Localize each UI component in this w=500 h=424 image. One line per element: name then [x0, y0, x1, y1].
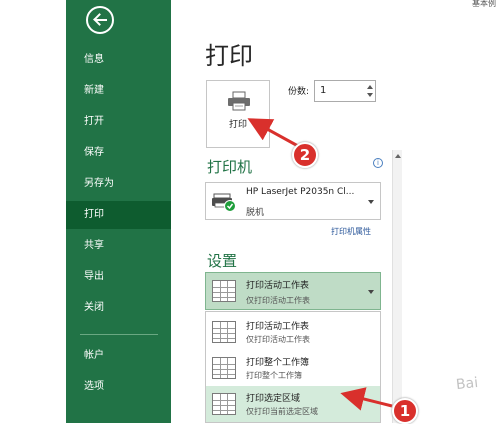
- sidebar-item-account[interactable]: 帐户: [66, 342, 171, 370]
- sheet-icon: [212, 321, 236, 343]
- scope-option-title: 打印选定区域: [246, 394, 301, 404]
- chevron-down-icon: [368, 290, 374, 294]
- printer-name: HP LaserJet P2035n Cl...: [246, 187, 355, 197]
- print-scope-dropdown[interactable]: 打印活动工作表 仅打印活动工作表: [205, 272, 381, 310]
- scope-option-active-sheet[interactable]: 打印活动工作表 仅打印活动工作表: [206, 314, 380, 350]
- printer-icon: [228, 91, 250, 111]
- printer-status: 脱机: [246, 208, 265, 218]
- sidebar-item-close[interactable]: 关闭: [66, 294, 171, 322]
- sidebar-item-options[interactable]: 选项: [66, 373, 171, 401]
- scope-option-subtitle: 仅打印活动工作表: [246, 335, 310, 344]
- sidebar-item-save[interactable]: 保存: [66, 139, 171, 167]
- copies-stepper[interactable]: 1: [314, 80, 376, 102]
- printer-dropdown[interactable]: HP LaserJet P2035n Cl... 脱机: [205, 182, 381, 220]
- spin-down-icon[interactable]: [367, 93, 373, 97]
- sidebar-item-save-as[interactable]: 另存为: [66, 170, 171, 198]
- spin-up-icon[interactable]: [367, 85, 373, 89]
- settings-section-title: 设置: [207, 252, 238, 270]
- sheet-icon: [212, 280, 236, 302]
- info-icon[interactable]: i: [373, 158, 383, 168]
- callout-1-badge: 1: [392, 398, 418, 424]
- scope-selected-title: 打印活动工作表: [246, 281, 310, 291]
- sidebar-item-info[interactable]: 信息: [66, 46, 171, 74]
- top-hint-text: 基本例: [472, 0, 496, 8]
- scroll-up-icon[interactable]: [395, 154, 401, 158]
- copies-value: 1: [320, 85, 327, 96]
- printer-properties-link[interactable]: 打印机属性: [331, 226, 371, 237]
- sidebar-item-new[interactable]: 新建: [66, 77, 171, 105]
- printer-section-title: 打印机: [207, 158, 253, 176]
- copies-label: 份数:: [288, 87, 310, 97]
- page-title: 打印: [205, 42, 253, 70]
- sidebar-item-open[interactable]: 打开: [66, 108, 171, 136]
- scope-option-subtitle: 打印整个工作簿: [246, 371, 302, 380]
- print-scope-list: 打印活动工作表 仅打印活动工作表 打印整个工作簿 打印整个工作簿 打印选定区域 …: [205, 311, 381, 423]
- scope-option-entire-workbook[interactable]: 打印整个工作簿 打印整个工作簿: [206, 350, 380, 386]
- backstage-sidebar: 信息 新建 打开 保存 另存为 打印 共享 导出 关闭 帐户 选项: [66, 0, 171, 423]
- sidebar-item-export[interactable]: 导出: [66, 263, 171, 291]
- scope-option-title: 打印整个工作簿: [246, 358, 310, 368]
- scrollbar[interactable]: [392, 150, 402, 423]
- scope-option-subtitle: 仅打印当前选定区域: [246, 407, 318, 416]
- sidebar-item-print[interactable]: 打印: [66, 201, 171, 229]
- print-button-label: 打印: [228, 120, 247, 130]
- sidebar-item-share[interactable]: 共享: [66, 232, 171, 260]
- callout-2-badge: 2: [292, 142, 318, 168]
- chevron-down-icon: [368, 200, 374, 204]
- watermark-text: Bai: [455, 374, 479, 394]
- scope-option-selection[interactable]: 打印选定区域 仅打印当前选定区域: [206, 386, 380, 422]
- print-button[interactable]: 打印: [206, 80, 270, 148]
- selection-icon: [212, 393, 236, 415]
- scope-option-title: 打印活动工作表: [246, 322, 310, 332]
- print-pane: 基本例 打印 打印 份数: 1 打印机 i HP LaserJet P2035n…: [171, 0, 500, 423]
- sidebar-divider: [80, 334, 158, 335]
- printer-offline-icon: [212, 193, 236, 212]
- scope-selected-subtitle: 仅打印活动工作表: [246, 296, 310, 305]
- back-arrow-icon[interactable]: [86, 6, 114, 34]
- workbook-icon: [212, 357, 236, 379]
